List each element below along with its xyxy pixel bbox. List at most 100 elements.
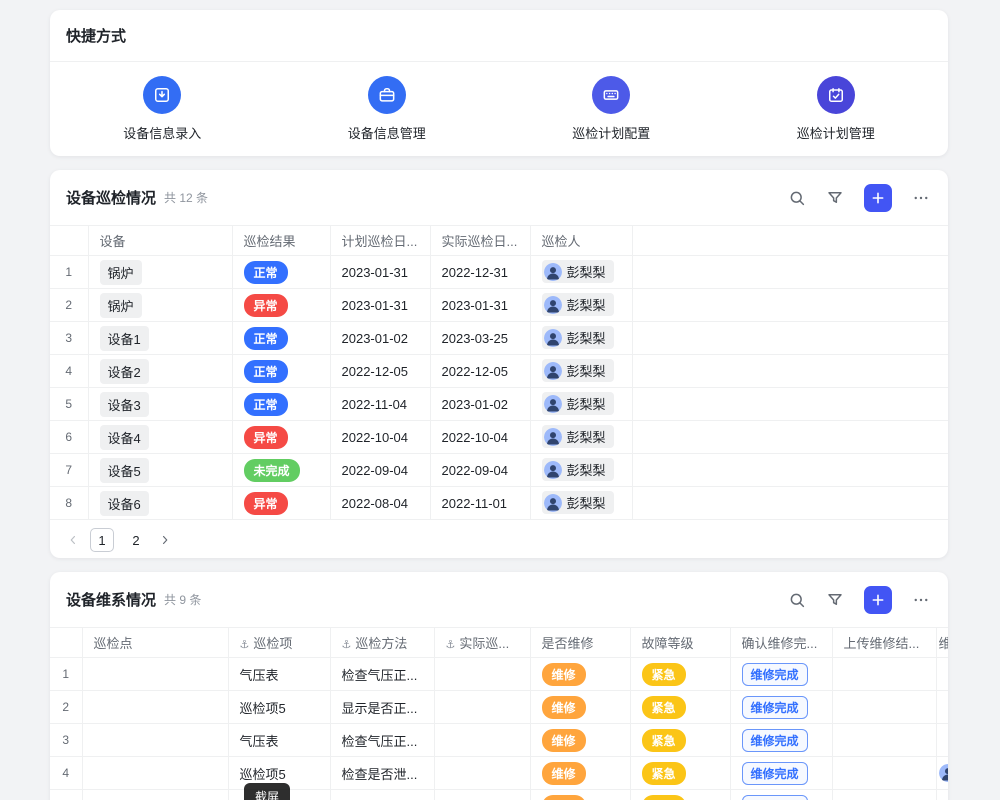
maintenance-col-header-6[interactable]: 故障等级: [630, 628, 730, 658]
point-cell[interactable]: [82, 658, 228, 691]
maintenance-row[interactable]: 5巡检项5维修紧急维修完成: [50, 790, 948, 800]
confirm-repair-button[interactable]: 维修完成: [742, 795, 808, 800]
item-cell[interactable]: 气压表: [228, 724, 330, 757]
actual-date-cell[interactable]: 2022-10-04: [430, 421, 530, 454]
inspector-cell[interactable]: 彭梨梨: [530, 487, 632, 520]
method-cell[interactable]: [330, 790, 434, 800]
device-cell[interactable]: 设备2: [88, 355, 232, 388]
result-cell[interactable]: 未完成: [232, 454, 330, 487]
device-cell[interactable]: 设备5: [88, 454, 232, 487]
result-cell[interactable]: 异常: [232, 421, 330, 454]
maintenance-col-header-8[interactable]: 上传维修结...: [832, 628, 936, 658]
inspector-cell[interactable]: 彭梨梨: [530, 421, 632, 454]
actual-cell[interactable]: [434, 790, 530, 800]
actual-date-cell[interactable]: 2023-01-31: [430, 289, 530, 322]
inspection-row[interactable]: 1锅炉正常2023-01-312022-12-31彭梨梨: [50, 256, 948, 289]
plan-date-cell[interactable]: 2023-01-02: [330, 322, 430, 355]
upload-cell[interactable]: [832, 691, 936, 724]
extra-cell[interactable]: [936, 724, 948, 757]
search-icon[interactable]: [788, 591, 806, 609]
upload-cell[interactable]: [832, 790, 936, 800]
method-cell[interactable]: 检查气压正...: [330, 658, 434, 691]
upload-cell[interactable]: [832, 724, 936, 757]
inspector-cell[interactable]: 彭梨梨: [530, 454, 632, 487]
inspector-cell[interactable]: 彭梨梨: [530, 256, 632, 289]
result-cell[interactable]: 正常: [232, 388, 330, 421]
repair-cell[interactable]: 维修: [530, 757, 630, 790]
filter-icon[interactable]: [826, 591, 844, 609]
actual-cell[interactable]: [434, 757, 530, 790]
level-cell[interactable]: 紧急: [630, 724, 730, 757]
actual-cell[interactable]: [434, 724, 530, 757]
inspection-row[interactable]: 8设备6异常2022-08-042022-11-01彭梨梨: [50, 487, 948, 520]
confirm-cell[interactable]: 维修完成: [730, 691, 832, 724]
inspector-cell[interactable]: 彭梨梨: [530, 322, 632, 355]
upload-cell[interactable]: [832, 757, 936, 790]
item-cell[interactable]: 巡检项5: [228, 691, 330, 724]
inspection-col-header-5[interactable]: 巡检人: [530, 226, 632, 256]
maintenance-row[interactable]: 4巡检项5检查是否泄...维修紧急维修完成: [50, 757, 948, 790]
repair-cell[interactable]: 维修: [530, 658, 630, 691]
confirm-cell[interactable]: 维修完成: [730, 790, 832, 800]
maintenance-col-header-1[interactable]: 巡检点: [82, 628, 228, 658]
level-cell[interactable]: 紧急: [630, 691, 730, 724]
actual-date-cell[interactable]: 2023-03-25: [430, 322, 530, 355]
inspection-row[interactable]: 3设备1正常2023-01-022023-03-25彭梨梨: [50, 322, 948, 355]
device-cell[interactable]: 设备1: [88, 322, 232, 355]
maintenance-col-header-3[interactable]: ⚓︎巡检方法: [330, 628, 434, 658]
item-cell[interactable]: 气压表: [228, 658, 330, 691]
plan-date-cell[interactable]: 2022-10-04: [330, 421, 430, 454]
shortcut-item-4[interactable]: 巡检计划管理: [724, 76, 949, 142]
device-cell[interactable]: 设备6: [88, 487, 232, 520]
result-cell[interactable]: 正常: [232, 256, 330, 289]
plan-date-cell[interactable]: 2022-12-05: [330, 355, 430, 388]
confirm-cell[interactable]: 维修完成: [730, 757, 832, 790]
actual-date-cell[interactable]: 2022-11-01: [430, 487, 530, 520]
maintenance-col-header-7[interactable]: 确认维修完...: [730, 628, 832, 658]
inspection-row[interactable]: 2锅炉异常2023-01-312023-01-31彭梨梨: [50, 289, 948, 322]
shortcut-item-3[interactable]: 巡检计划配置: [499, 76, 724, 142]
more-options-icon[interactable]: [912, 189, 930, 207]
more-options-icon[interactable]: [912, 591, 930, 609]
device-cell[interactable]: 锅炉: [88, 289, 232, 322]
extra-cell[interactable]: [936, 658, 948, 691]
chevron-right-icon[interactable]: [158, 533, 172, 547]
inspector-cell[interactable]: 彭梨梨: [530, 355, 632, 388]
actual-date-cell[interactable]: 2022-09-04: [430, 454, 530, 487]
repair-cell[interactable]: 维修: [530, 790, 630, 800]
actual-date-cell[interactable]: 2022-12-05: [430, 355, 530, 388]
actual-cell[interactable]: [434, 691, 530, 724]
plan-date-cell[interactable]: 2023-01-31: [330, 289, 430, 322]
inspection-col-header-2[interactable]: 巡检结果: [232, 226, 330, 256]
actual-date-cell[interactable]: 2022-12-31: [430, 256, 530, 289]
shortcut-item-1[interactable]: 设备信息录入: [50, 76, 275, 142]
device-cell[interactable]: 锅炉: [88, 256, 232, 289]
inspection-col-header-3[interactable]: 计划巡检日...: [330, 226, 430, 256]
level-cell[interactable]: 紧急: [630, 790, 730, 800]
device-cell[interactable]: 设备4: [88, 421, 232, 454]
maintenance-row[interactable]: 2巡检项5显示是否正...维修紧急维修完成: [50, 691, 948, 724]
inspector-cell[interactable]: 彭梨梨: [530, 289, 632, 322]
confirm-repair-button[interactable]: 维修完成: [742, 762, 808, 785]
result-cell[interactable]: 异常: [232, 289, 330, 322]
maintenance-col-header-9[interactable]: 维: [936, 628, 948, 658]
device-cell[interactable]: 设备3: [88, 388, 232, 421]
inspection-row[interactable]: 7设备5未完成2022-09-042022-09-04彭梨梨: [50, 454, 948, 487]
method-cell[interactable]: 检查气压正...: [330, 724, 434, 757]
confirm-cell[interactable]: 维修完成: [730, 724, 832, 757]
page-button-1[interactable]: 1: [90, 528, 114, 552]
shortcut-item-2[interactable]: 设备信息管理: [275, 76, 500, 142]
inspector-cell[interactable]: 彭梨梨: [530, 388, 632, 421]
inspection-row[interactable]: 5设备3正常2022-11-042023-01-02彭梨梨: [50, 388, 948, 421]
search-icon[interactable]: [788, 189, 806, 207]
level-cell[interactable]: 紧急: [630, 658, 730, 691]
extra-cell[interactable]: [936, 757, 948, 790]
chevron-left-icon[interactable]: [66, 533, 80, 547]
confirm-repair-button[interactable]: 维修完成: [742, 663, 808, 686]
actual-cell[interactable]: [434, 658, 530, 691]
plan-date-cell[interactable]: 2023-01-31: [330, 256, 430, 289]
add-record-button[interactable]: [864, 184, 892, 212]
inspection-col-header-4[interactable]: 实际巡检日...: [430, 226, 530, 256]
point-cell[interactable]: [82, 724, 228, 757]
plan-date-cell[interactable]: 2022-09-04: [330, 454, 430, 487]
